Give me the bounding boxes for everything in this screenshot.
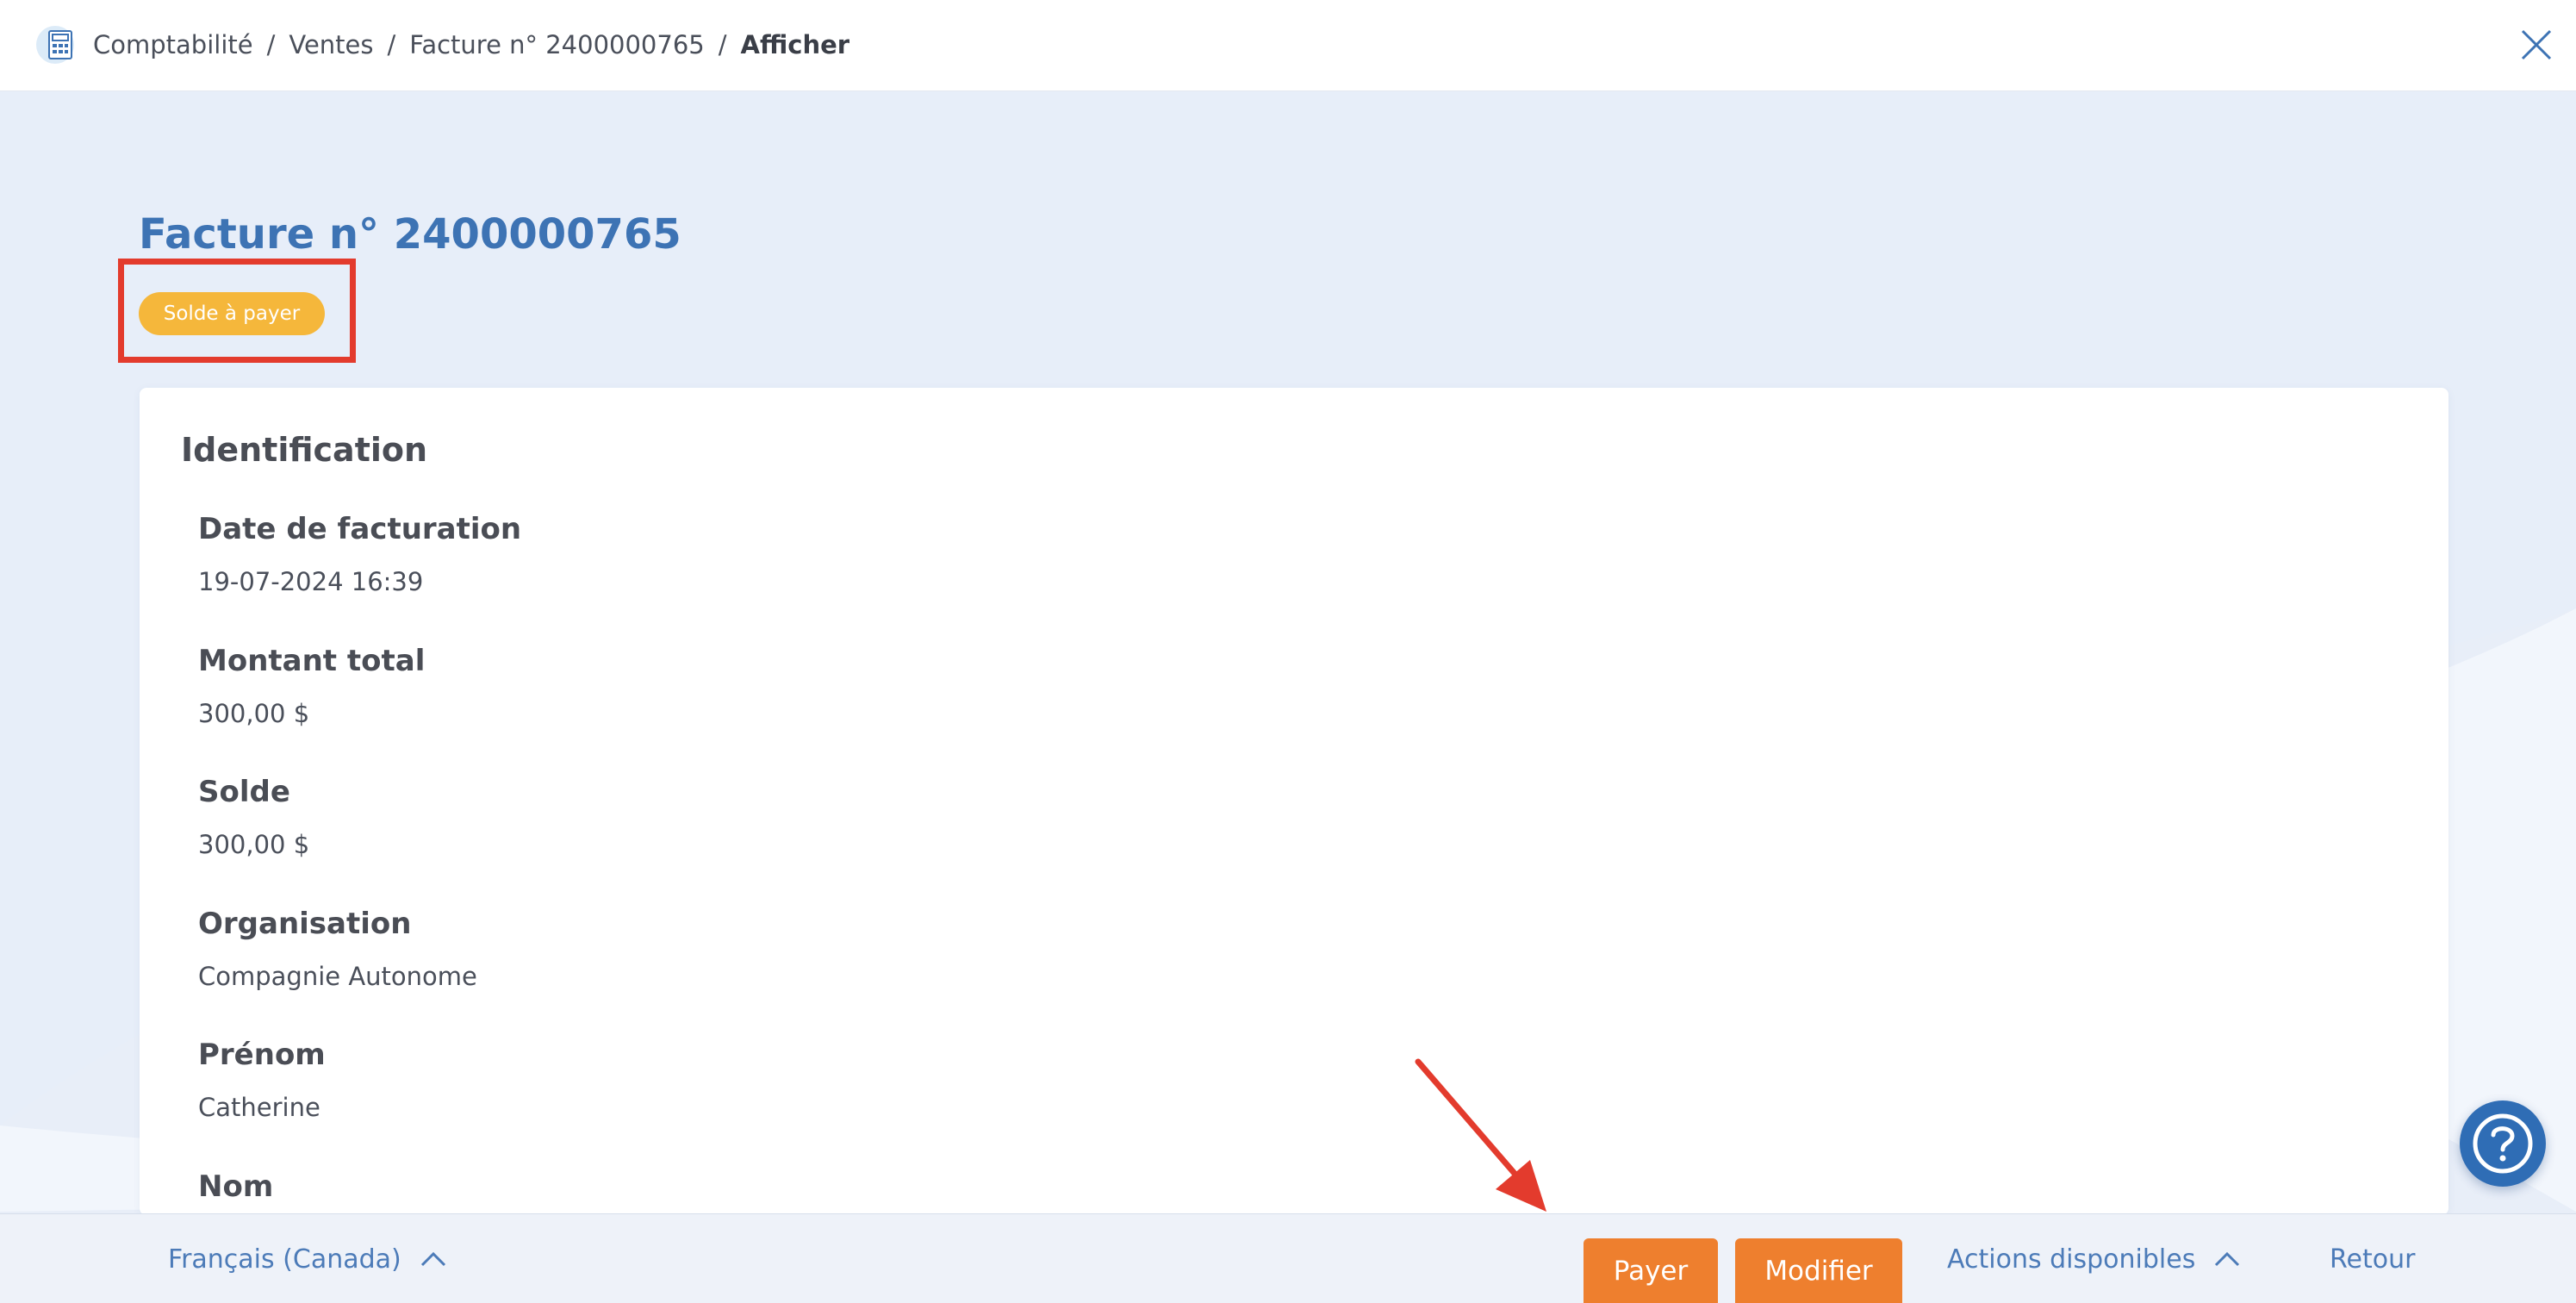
breadcrumb: Comptabilité / Ventes / Facture n° 24000… <box>93 26 849 64</box>
calculator-icon <box>34 24 79 65</box>
field-label: Solde <box>198 775 290 809</box>
breadcrumb-item-comptabilite[interactable]: Comptabilité <box>93 30 253 59</box>
close-icon[interactable] <box>2516 24 2557 65</box>
language-selector[interactable]: Français (Canada) <box>168 1240 446 1278</box>
breadcrumb-item-facture[interactable]: Facture n° 2400000765 <box>409 30 704 59</box>
breadcrumb-separator: / <box>387 30 396 59</box>
field-value: Catherine <box>198 1093 320 1122</box>
edit-button[interactable]: Modifier <box>1735 1238 1902 1303</box>
page-title: Facture n° 2400000765 <box>139 210 681 259</box>
chevron-up-icon <box>420 1251 445 1267</box>
help-button[interactable] <box>2460 1100 2546 1187</box>
field-value: Compagnie Autonome <box>198 962 477 991</box>
field-label: Montant total <box>198 644 426 678</box>
field-value: 300,00 $ <box>198 830 310 859</box>
field-value: 19-07-2024 16:39 <box>198 567 424 596</box>
field-label: Organisation <box>198 907 412 941</box>
available-actions-label: Actions disponibles <box>1947 1244 2196 1275</box>
annotation-arrow <box>1415 1058 1546 1212</box>
field-prenom: Prénom Catherine <box>198 1036 326 1124</box>
bottom-action-bar: Français (Canada) Payer Modifier Actions… <box>0 1213 2576 1303</box>
help-icon <box>2473 1113 2533 1174</box>
field-label: Nom <box>198 1169 274 1204</box>
field-montant-total: Montant total 300,00 $ <box>198 642 425 730</box>
field-organisation: Organisation Compagnie Autonome <box>198 905 477 993</box>
field-solde: Solde 300,00 $ <box>198 773 309 861</box>
field-nom: Nom <box>198 1168 273 1206</box>
annotation-highlight-box <box>118 259 356 363</box>
field-value: 300,00 $ <box>198 699 310 728</box>
field-date-facturation: Date de facturation 19-07-2024 16:39 <box>198 510 521 598</box>
language-label: Français (Canada) <box>168 1244 401 1275</box>
field-label: Prénom <box>198 1038 326 1072</box>
top-bar: Comptabilité / Ventes / Facture n° 24000… <box>0 0 2576 91</box>
breadcrumb-item-current: Afficher <box>740 30 850 59</box>
breadcrumb-item-ventes[interactable]: Ventes <box>289 30 373 59</box>
chevron-up-icon <box>2215 1251 2240 1267</box>
available-actions-menu[interactable]: Actions disponibles <box>1947 1240 2240 1278</box>
breadcrumb-separator: / <box>266 30 276 59</box>
card-heading: Identification <box>181 431 428 469</box>
pay-button[interactable]: Payer <box>1584 1238 1718 1303</box>
back-link[interactable]: Retour <box>2330 1240 2415 1278</box>
breadcrumb-separator: / <box>718 30 727 59</box>
identification-card: Identification Date de facturation 19-07… <box>140 388 2448 1215</box>
field-label: Date de facturation <box>198 512 522 546</box>
